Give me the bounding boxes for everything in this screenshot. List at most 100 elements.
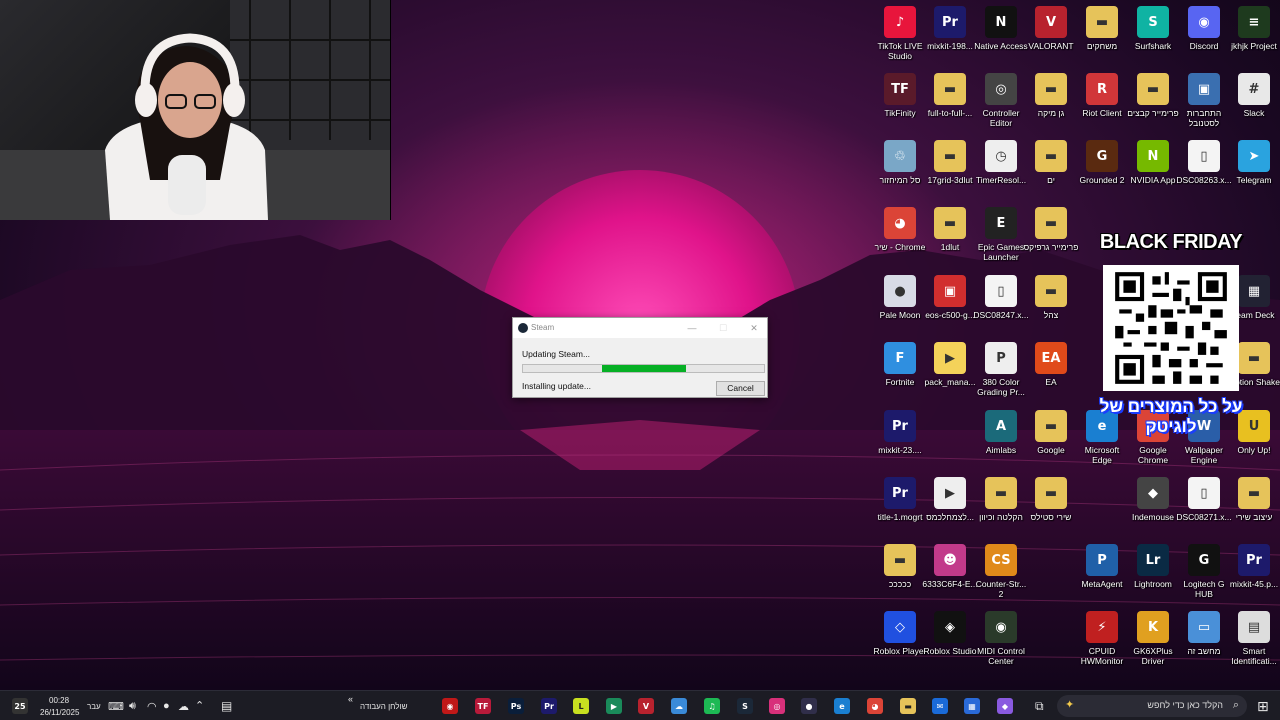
- cancel-button[interactable]: Cancel: [716, 381, 765, 396]
- desktop-icon-full-to-full[interactable]: ▬ full-to-full-...: [925, 73, 975, 137]
- chevron-up-icon[interactable]: ⌃: [195, 699, 204, 712]
- desktop-icon-epic[interactable]: E Epic Games Launcher: [976, 207, 1026, 271]
- desktop-icon-midi-control[interactable]: ◉ MIDI Control Center: [976, 611, 1026, 675]
- taskbar-app-store-icon[interactable]: ▦: [964, 698, 980, 714]
- desktop-icon-mixkit-45[interactable]: Pr mixkit-45.p...: [1229, 544, 1279, 608]
- minimize-icon[interactable]: —: [685, 321, 699, 335]
- desktop-icon-tzahal[interactable]: ▬ צהל: [1026, 275, 1076, 339]
- desktop-icon-gk6xplus[interactable]: K GK6XPlus Driver: [1128, 611, 1178, 675]
- microphone-icon[interactable]: ●: [163, 700, 170, 712]
- clock-time[interactable]: 00:28: [49, 696, 69, 705]
- taskbar-app-edge-icon[interactable]: e: [834, 698, 850, 714]
- desktop-icon-pack-mana[interactable]: ▶ pack_mana...: [924, 342, 976, 406]
- desktop-icon-roblox-studio[interactable]: ◈ Roblox Studio: [924, 611, 976, 675]
- desktop-icon-premiere-files[interactable]: ▬ פרימייר קבצים: [1127, 73, 1179, 137]
- desktop-icon-fortnite[interactable]: F Fortnite: [875, 342, 925, 406]
- taskbar-app-premiere-icon[interactable]: Pr: [541, 698, 557, 714]
- black-friday-promo[interactable]: BLACK FRIDAY על כל המוצרים של לוגיטק: [1086, 231, 1256, 443]
- desktop-icon-haklata[interactable]: ▬ הקלטה וכיוון: [976, 477, 1026, 541]
- desktop-icon-ea[interactable]: EA EA: [1026, 342, 1076, 406]
- desktop-icon-premiere-graphics[interactable]: ▬ פרימייר גרפיקס: [1024, 207, 1078, 271]
- desktop-icon-machshev-ze[interactable]: ▭ מחשב זה: [1179, 611, 1229, 675]
- desktop-icon-nvidia[interactable]: N NVIDIA App: [1128, 140, 1178, 204]
- desktop-icon-google[interactable]: ▬ Google: [1026, 410, 1076, 474]
- desktop-icon-17grid[interactable]: ▬ 17grid-3dlut: [925, 140, 975, 204]
- taskbar-app-chrome-icon[interactable]: ◕: [867, 698, 883, 714]
- close-icon[interactable]: ✕: [747, 321, 761, 335]
- desktop-icon-cpuid[interactable]: ⚡ CPUID HWMonitor: [1077, 611, 1127, 675]
- desktop-icon-controller-editor[interactable]: ◎ Controller Editor: [976, 73, 1026, 137]
- desktop-icon-dsc08271[interactable]: ▯ DSC08271.x...: [1176, 477, 1232, 541]
- desktop-icon-tiktok-live[interactable]: ♪ TikTok LIVE Studio: [875, 6, 925, 70]
- desktop-icon-itzuv-shiri[interactable]: ▬ עיצוב שירי: [1229, 477, 1279, 541]
- desktop-icon-counter-strike[interactable]: CS Counter-Str... 2: [976, 544, 1026, 608]
- dialog-titlebar[interactable]: Steam — ☐ ✕: [513, 318, 767, 338]
- desktop-icon-mixkit-23[interactable]: Pr mixkit-23....: [875, 410, 925, 474]
- desktop-icon-lightroom[interactable]: Lr Lightroom: [1128, 544, 1178, 608]
- taskbar-app-spotify-icon[interactable]: ♫: [704, 698, 720, 714]
- wifi-icon[interactable]: ◠: [147, 700, 157, 713]
- clock-date[interactable]: 26/11/2025: [40, 708, 79, 717]
- desktop-icon-discord[interactable]: ◉ Discord: [1179, 6, 1229, 70]
- taskbar-app-valorant-icon[interactable]: V: [638, 698, 654, 714]
- desktop-icon-surfshark[interactable]: S Surfshark: [1128, 6, 1178, 70]
- desktop-icon-gan-miki[interactable]: ▬ גן מיקה: [1026, 73, 1076, 137]
- notification-center-icon[interactable]: 25: [12, 698, 28, 714]
- desktop-icon-shirei-stills[interactable]: ▬ שירי סטילס: [1026, 477, 1076, 541]
- taskbar-app-cloud-icon[interactable]: ☁: [671, 698, 687, 714]
- desktop-icon-logitech-ghub[interactable]: G Logitech G HUB: [1179, 544, 1229, 608]
- desktop-icon-6333c6f4[interactable]: ☻ 6333C6F4-E...: [922, 544, 978, 608]
- taskbar-app-live-icon[interactable]: L: [573, 698, 589, 714]
- desktop-icon-recycle[interactable]: ♲ סל המיחזור: [875, 140, 925, 204]
- desktop-icon-tikfinity[interactable]: TF TikFinity: [875, 73, 925, 137]
- onedrive-icon[interactable]: ☁: [178, 700, 189, 713]
- desktop-icon-dsc08263[interactable]: ▯ DSC08263.x...: [1176, 140, 1232, 204]
- desktop-icon-games-folder[interactable]: ▬ משחקים: [1077, 6, 1127, 70]
- desktop-icon-telegram[interactable]: ➤ Telegram: [1229, 140, 1279, 204]
- desktop-icon-dsc08247[interactable]: ▯ DSC08247.x...: [973, 275, 1029, 339]
- desktop-icon-hitchabrut[interactable]: ▣ התחברות לסטנובל: [1179, 73, 1229, 137]
- desktop-icon-metaagent[interactable]: P MetaAgent: [1077, 544, 1127, 608]
- desktop-icon-indemouse[interactable]: ◆ Indemouse: [1128, 477, 1178, 541]
- desktop-icon-yam[interactable]: ▬ ים: [1026, 140, 1076, 204]
- taskbar-app-instagram-icon[interactable]: ◎: [769, 698, 785, 714]
- taskbar-app-mail-icon[interactable]: ✉: [932, 698, 948, 714]
- desktop-icon-cccccc[interactable]: ▬ כככככ: [875, 544, 925, 608]
- desktop-icon-grounded2[interactable]: G Grounded 2: [1077, 140, 1127, 204]
- taskbar-app-red-icon[interactable]: ◉: [442, 698, 458, 714]
- desktop-icon-mixkit-198[interactable]: Pr mixkit-198...: [925, 6, 975, 70]
- desktop-icon-valorant[interactable]: V VALORANT: [1026, 6, 1076, 70]
- taskbar-app-copilot-icon[interactable]: ◆: [997, 698, 1013, 714]
- desktop-icon-timer-resol[interactable]: ◷ TimerResol...: [976, 140, 1026, 204]
- desktop-icon-chrome-shir[interactable]: ◕ שיר - Chrome: [875, 207, 925, 271]
- desktop-icon-jkhjk[interactable]: ≡ jkhjk Project: [1229, 6, 1279, 70]
- desktop-icon-380-color[interactable]: P 380 Color Grading Pr...: [976, 342, 1026, 406]
- language-indicator[interactable]: עבר: [87, 702, 101, 711]
- desktop-icon-riot-client[interactable]: R Riot Client: [1077, 73, 1127, 137]
- touch-keyboard-icon[interactable]: ▤: [221, 699, 232, 713]
- taskbar-app-explorer-icon[interactable]: ▬: [900, 698, 916, 714]
- desktop-icon-aimlabs[interactable]: A Aimlabs: [976, 410, 1026, 474]
- desktop-icon-roblox-player[interactable]: ◇ Roblox Player: [874, 611, 926, 675]
- desktop-icon-eos-c500[interactable]: ▣ eos-c500-g...: [925, 275, 975, 339]
- taskbar-app-photoshop-icon[interactable]: Ps: [508, 698, 524, 714]
- chevron-double-icon[interactable]: «: [348, 694, 353, 704]
- taskbar-app-steam-icon[interactable]: S: [737, 698, 753, 714]
- desktop-icon-title-1[interactable]: Pr title-1.mogrt: [875, 477, 925, 541]
- search-input[interactable]: הקלד כאן כדי לחפש ⌕ ✦: [1057, 695, 1247, 717]
- desktop-icon-1dlut[interactable]: ▬ 1dlut: [925, 207, 975, 271]
- desktop-icon-smart-ident[interactable]: ▤ Smart Identificati...: [1229, 611, 1279, 675]
- desktop-toolbar-label[interactable]: שולחן העבודה: [360, 702, 407, 711]
- taskbar-app-obs-icon[interactable]: ●: [801, 698, 817, 714]
- desktop-icon-lnkmachasheva[interactable]: ▶ לצמחלכמס...: [925, 477, 975, 541]
- taskbar-app-green-icon[interactable]: ▶: [606, 698, 622, 714]
- steam-update-dialog[interactable]: Steam — ☐ ✕ Updating Steam... Installing…: [512, 317, 768, 398]
- windows-start-icon[interactable]: ⊞: [1257, 698, 1269, 715]
- keyboard-icon[interactable]: ⌨: [108, 700, 124, 713]
- desktop-icon-pale-moon[interactable]: ● Pale Moon: [875, 275, 925, 339]
- task-view-icon[interactable]: ⧉: [1035, 699, 1044, 714]
- volume-icon[interactable]: 🔊︎: [129, 700, 136, 713]
- desktop-icon-native-access[interactable]: N Native Access: [974, 6, 1028, 70]
- taskbar-app-tikfinity-icon[interactable]: TF: [475, 698, 491, 714]
- desktop-icon-slack[interactable]: # Slack: [1229, 73, 1279, 137]
